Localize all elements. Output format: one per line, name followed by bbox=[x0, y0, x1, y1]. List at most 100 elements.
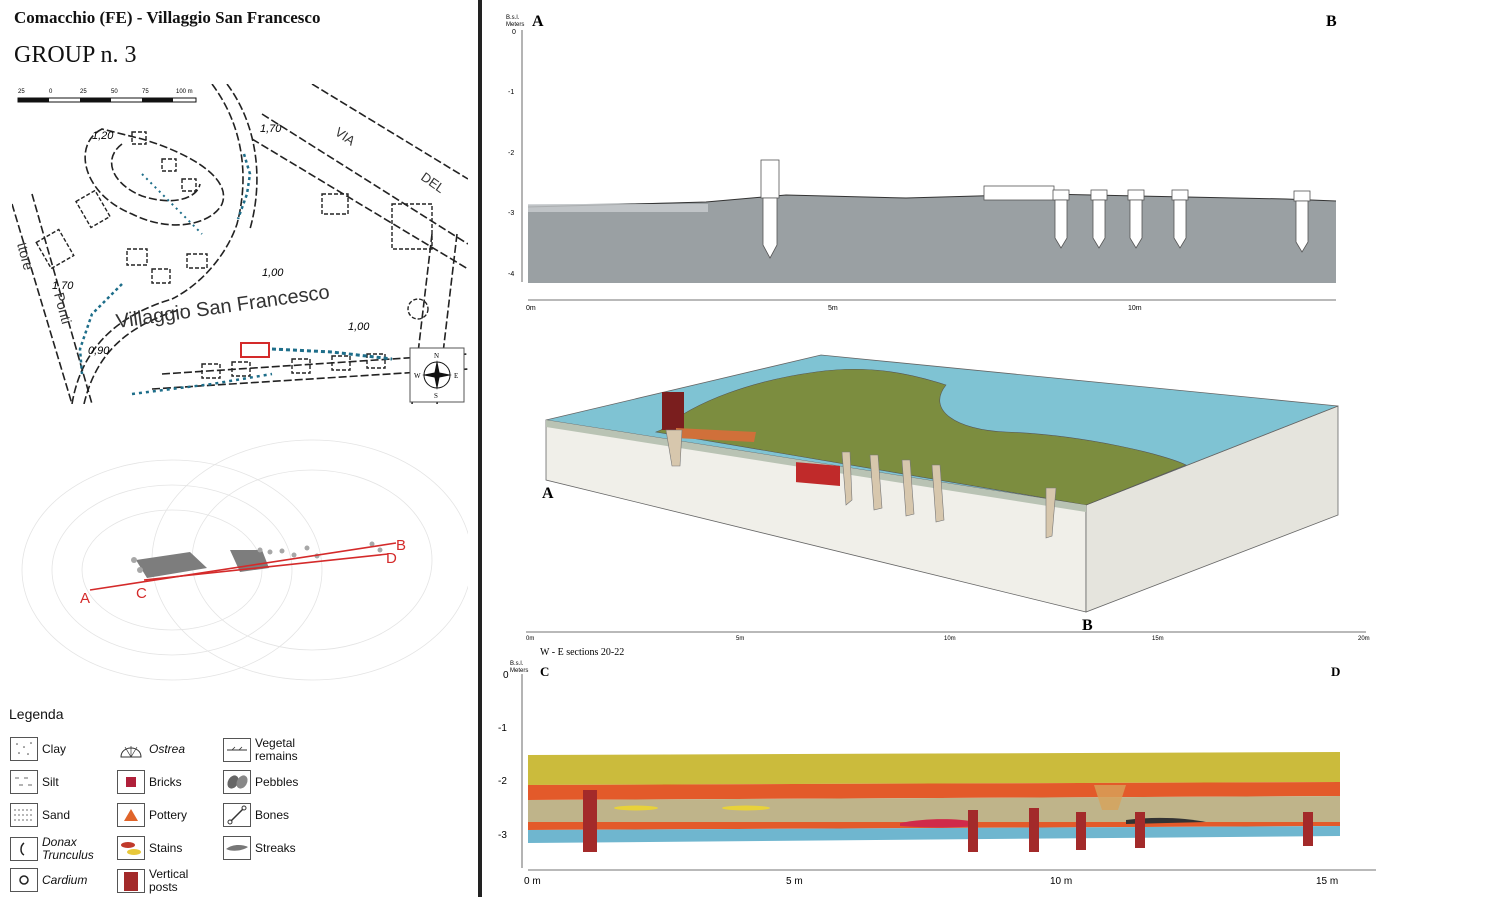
cardium-icon bbox=[10, 868, 38, 892]
elevation-label: 1,00 bbox=[262, 267, 284, 279]
y-tick: -4 bbox=[508, 271, 514, 278]
section-ab-corner-b: B bbox=[1326, 13, 1337, 30]
vegetal-icon bbox=[223, 738, 251, 762]
compass-s: S bbox=[434, 392, 438, 400]
x-tick: 10m bbox=[1128, 305, 1142, 312]
section-cd-x-ticks: 0 m 5 m 10 m 15 m bbox=[524, 876, 1338, 887]
right-panel: B.s.l. Meters A B 0 -1 -2 -3 -4 0m 5m 10… bbox=[486, 0, 1492, 897]
legend-title: Legenda bbox=[9, 706, 64, 722]
plan-label-d: D bbox=[386, 550, 397, 567]
site-title: Comacchio (FE) - Villaggio San Francesco bbox=[14, 8, 321, 27]
compass-e: E bbox=[454, 372, 458, 380]
plan-label-b: B bbox=[396, 537, 406, 554]
block-corner-a: A bbox=[542, 485, 554, 502]
block-corner-b: B bbox=[1082, 617, 1093, 634]
legend-item-stains: Stains bbox=[117, 836, 182, 860]
layer-yellow bbox=[528, 752, 1340, 785]
yellow-streak bbox=[614, 805, 658, 811]
y-tick: 0 bbox=[512, 29, 516, 36]
compass-w: W bbox=[414, 372, 421, 380]
x-tick: 0m bbox=[526, 305, 536, 312]
x-tick: 0 m bbox=[524, 876, 541, 887]
legend-label: Silt bbox=[42, 774, 59, 789]
legend-label: Streaks bbox=[255, 840, 296, 855]
legend-label: Sand bbox=[42, 807, 71, 822]
left-panel: Comacchio (FE) - Villaggio San Francesco… bbox=[0, 0, 482, 897]
x-tick: 10m bbox=[944, 636, 956, 642]
section-cd: W - E sections 20-22 B.s.l. Meters C D 0… bbox=[498, 647, 1376, 887]
legend-label: Pottery bbox=[149, 807, 188, 822]
scale-tick: 100 m bbox=[176, 89, 193, 95]
clay-swatch bbox=[10, 737, 38, 761]
scale-tick: 25 bbox=[80, 89, 87, 95]
x-tick: 5m bbox=[736, 636, 744, 642]
legend-label: Stains bbox=[149, 840, 183, 855]
x-tick: 5m bbox=[828, 305, 838, 312]
section-ab: B.s.l. Meters A B 0 -1 -2 -3 -4 0m 5m 10… bbox=[506, 13, 1337, 312]
legend-item-streaks: Streaks bbox=[223, 836, 296, 860]
elevation-label: 1,00 bbox=[348, 321, 370, 333]
group-title: GROUP n. 3 bbox=[14, 42, 137, 68]
legend-label: Clay bbox=[42, 741, 67, 756]
legend-sublabel: Trunculus bbox=[42, 848, 94, 862]
elevation-label: 0,90 bbox=[88, 345, 110, 357]
pebbles-icon bbox=[223, 770, 251, 794]
site-plan-svg: A B C D bbox=[21, 439, 473, 681]
donax-icon bbox=[10, 837, 38, 861]
ostrea-icon bbox=[117, 737, 145, 761]
section-ab-x-ticks: 0m 5m 10m bbox=[526, 305, 1142, 312]
y-tick: -3 bbox=[508, 210, 514, 217]
section-cd-caption: W - E sections 20-22 bbox=[540, 647, 624, 658]
legend-item-ostrea: Ostrea bbox=[117, 737, 185, 761]
block-brick-feature bbox=[796, 462, 840, 486]
section-cd-corner-d: D bbox=[1331, 664, 1340, 679]
x-tick: 10 m bbox=[1050, 876, 1072, 887]
legend-label: Pebbles bbox=[255, 774, 299, 789]
scale-tick: 75 bbox=[142, 89, 149, 95]
stains-icon bbox=[117, 836, 145, 860]
legend-label: Ostrea bbox=[149, 741, 186, 756]
streaks-icon bbox=[223, 836, 251, 860]
y-tick: -2 bbox=[508, 150, 514, 157]
bone-icon bbox=[223, 803, 251, 827]
y-tick: -3 bbox=[498, 830, 507, 841]
compass-n: N bbox=[434, 352, 439, 360]
block-vertical-post bbox=[662, 392, 684, 430]
map-svg: 25 0 25 50 75 100 m Villaggio San France… bbox=[12, 84, 468, 404]
section-cd-corner-c: C bbox=[540, 664, 549, 679]
x-tick: 5 m bbox=[786, 876, 803, 887]
compass-rose: N S E W bbox=[409, 347, 465, 403]
plan-label-a: A bbox=[80, 590, 90, 607]
section-ab-y-title: Meters bbox=[506, 22, 524, 28]
x-tick: 15m bbox=[1152, 636, 1164, 642]
vertical-post-icon bbox=[117, 869, 145, 893]
legend-label-wrap: Donax Trunculus bbox=[42, 836, 94, 862]
legend-label: Bones bbox=[255, 807, 290, 822]
block-3d: A B 0m 5m 10m 15m 20m bbox=[526, 354, 1370, 642]
legend-item-pottery: Pottery bbox=[117, 803, 187, 827]
right-panel-svg: B.s.l. Meters A B 0 -1 -2 -3 -4 0m 5m 10… bbox=[498, 13, 1376, 887]
legend-item-posts: Vertical posts bbox=[117, 868, 188, 894]
legend-item-clay: Clay bbox=[10, 737, 66, 761]
elevation-label: 1,70 bbox=[52, 280, 74, 292]
sand-swatch bbox=[10, 803, 38, 827]
site-plan: A B C D bbox=[12, 410, 473, 705]
legend-item-bricks: Bricks bbox=[117, 770, 182, 794]
legend-label-wrap: Vegetal remains bbox=[255, 737, 298, 763]
y-tick: 0 bbox=[503, 670, 509, 681]
x-tick: 0m bbox=[526, 636, 534, 642]
legend-sublabel: remains bbox=[255, 749, 298, 763]
section-ab-y-ticks: 0 -1 -2 -3 -4 bbox=[508, 29, 516, 278]
legend-label: Bricks bbox=[149, 774, 182, 789]
legend-item-donax: Donax Trunculus bbox=[10, 836, 94, 862]
legend-label: Cardium bbox=[42, 872, 88, 887]
legend-item-sand: Sand bbox=[10, 803, 70, 827]
x-tick: 15 m bbox=[1316, 876, 1338, 887]
plan-label-c: C bbox=[136, 585, 147, 602]
elevation-label: 1,20 bbox=[92, 130, 114, 142]
location-map: 25 0 25 50 75 100 m Villaggio San France… bbox=[12, 84, 468, 404]
silt-swatch bbox=[10, 770, 38, 794]
x-tick: 20m bbox=[1358, 636, 1370, 642]
section-cd-y-title: B.s.l. bbox=[510, 661, 524, 667]
section-ab-y-title: B.s.l. bbox=[506, 15, 520, 21]
